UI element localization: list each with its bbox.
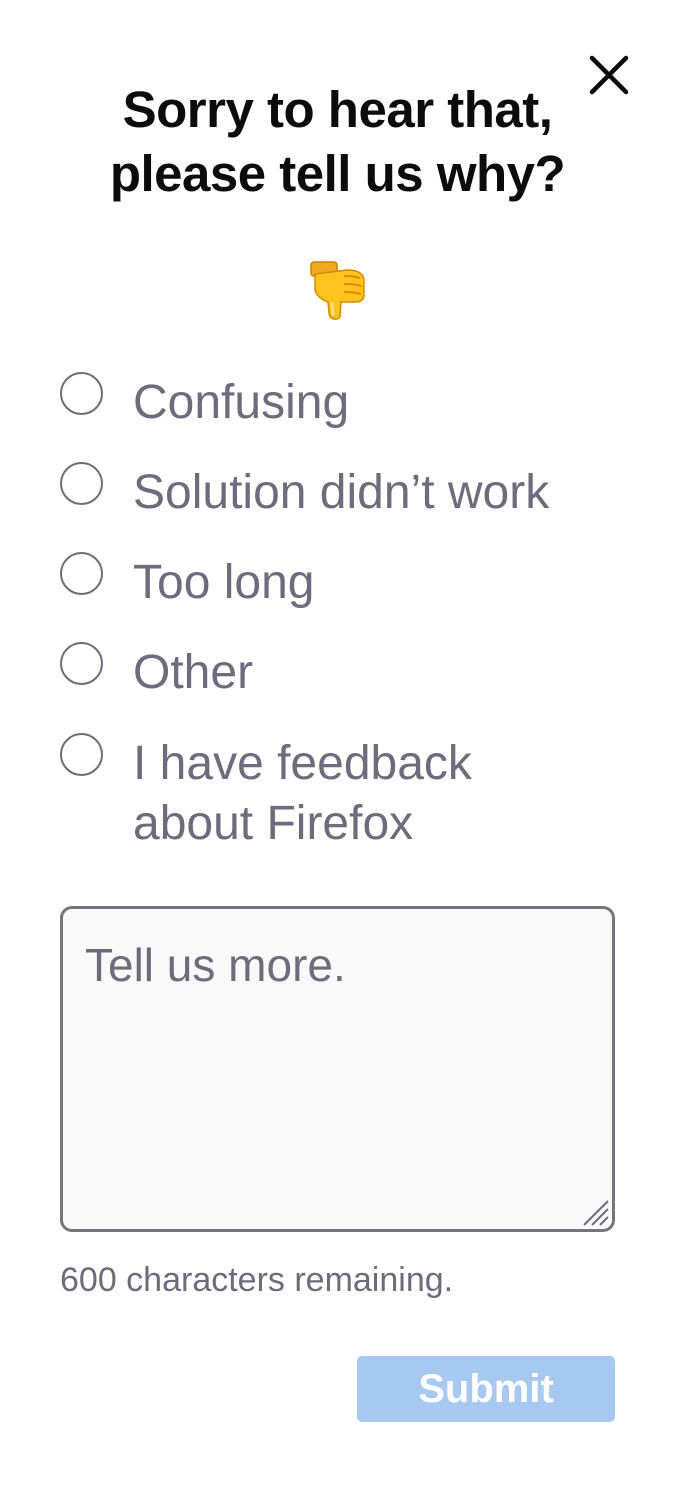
option-firefox-feedback[interactable]: I have feedback about Firefox (60, 733, 630, 853)
option-label: Solution didn’t work (133, 466, 550, 519)
radio-button[interactable] (60, 552, 103, 595)
radio-button[interactable] (60, 372, 103, 415)
dialog-title: Sorry to hear that, please tell us why? (40, 78, 635, 206)
dialog-title-line-1: Sorry to hear that, (122, 81, 553, 138)
radio-button[interactable] (60, 733, 103, 776)
option-label: I have feedback about Firefox (133, 734, 630, 854)
option-label-line-1: I have feedback (133, 737, 472, 790)
radio-button[interactable] (60, 642, 103, 685)
thumbs-down-icon (307, 258, 369, 322)
option-too-long[interactable]: Too long (60, 552, 630, 612)
option-other[interactable]: Other (60, 642, 630, 702)
comment-box (60, 906, 615, 1232)
option-label: Confusing (133, 376, 350, 429)
characters-remaining: 600 characters remaining. (60, 1261, 454, 1299)
option-label: Other (133, 646, 254, 699)
option-solution-didnt-work[interactable]: Solution didn’t work (60, 462, 630, 522)
radio-button[interactable] (60, 462, 103, 505)
submit-button[interactable]: Submit (357, 1356, 615, 1422)
option-confusing[interactable]: Confusing (60, 372, 630, 432)
comment-textarea[interactable] (63, 909, 612, 1229)
option-label-line-2: about Firefox (133, 797, 414, 850)
dialog-title-line-2: please tell us why? (109, 145, 566, 202)
resize-handle-icon[interactable] (578, 1195, 610, 1227)
option-label: Too long (133, 556, 315, 609)
